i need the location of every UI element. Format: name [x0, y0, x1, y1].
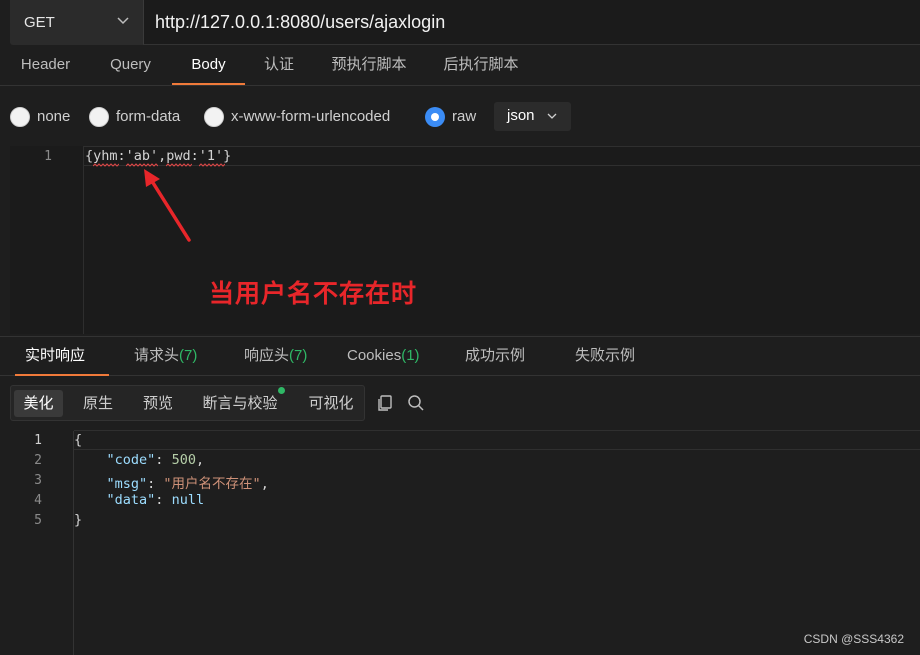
method-label: GET	[24, 14, 55, 31]
tab-response-headers[interactable]: 响应头(7)	[244, 337, 307, 375]
format-select[interactable]: json	[494, 102, 571, 131]
response-code-line: "data": null	[106, 492, 205, 508]
line-number: 1	[34, 433, 42, 448]
json-value: "用户名不存在"	[163, 476, 261, 492]
radio-label-none: none	[37, 108, 71, 125]
tab-cookies[interactable]: Cookies(1)	[347, 337, 420, 375]
watermark: CSDN @SSS4362	[803, 632, 904, 646]
line-number: 4	[34, 493, 42, 508]
radio-form-data[interactable]	[89, 107, 109, 127]
json-key: "msg"	[106, 476, 148, 492]
url-bar: GET http://127.0.0.1:8080/users/ajaxlogi…	[0, 0, 920, 46]
spellcheck-squiggle	[166, 163, 192, 167]
request-editor-gutter	[10, 146, 84, 334]
tab-label: Cookies	[347, 347, 402, 364]
count-badge: (1)	[401, 347, 420, 364]
radio-label-urlencoded: x-www-form-urlencoded	[231, 108, 391, 125]
search-icon[interactable]	[407, 394, 425, 412]
format-select-label: json	[507, 107, 535, 124]
method-select[interactable]: GET	[10, 0, 143, 45]
request-tabs: Header Query Body 认证 预执行脚本 后执行脚本	[0, 46, 920, 86]
response-code-line: "code": 500,	[106, 452, 205, 468]
line-number: 2	[34, 453, 42, 468]
tab-request-headers[interactable]: 请求头(7)	[134, 337, 197, 375]
tab-post-script[interactable]: 后执行脚本	[443, 46, 519, 85]
line-number: 5	[34, 513, 42, 528]
chevron-down-icon	[117, 17, 129, 25]
response-tabs: 实时响应 请求头(7) 响应头(7) Cookies(1) 成功示例 失败示例	[0, 336, 920, 376]
tab-body[interactable]: Body	[172, 46, 245, 85]
radio-label-form-data: form-data	[116, 108, 181, 125]
tab-label: 请求头	[134, 347, 180, 364]
url-text: http://127.0.0.1:8080/users/ajaxlogin	[155, 11, 446, 32]
tab-auth[interactable]: 认证	[263, 46, 295, 85]
view-preview-button[interactable]: 预览	[135, 390, 181, 417]
json-value: 500	[171, 452, 196, 468]
response-code-line: {	[74, 432, 83, 448]
response-code-line: "msg": "用户名不存在",	[106, 476, 269, 492]
radio-urlencoded[interactable]	[204, 107, 224, 127]
json-value: null	[171, 492, 205, 508]
tab-query[interactable]: Query	[108, 46, 153, 85]
line-number: 1	[44, 149, 52, 164]
view-mode-bar: 美化 原生 预览 断言与校验 可视化	[10, 385, 365, 421]
tab-fail-example[interactable]: 失败示例	[575, 337, 635, 375]
url-input[interactable]: http://127.0.0.1:8080/users/ajaxlogin	[143, 0, 920, 45]
tab-pre-script[interactable]: 预执行脚本	[331, 46, 407, 85]
view-pretty-button[interactable]: 美化	[14, 390, 63, 417]
view-raw-button[interactable]: 原生	[75, 390, 121, 417]
radio-label-raw: raw	[452, 108, 477, 125]
copy-icon[interactable]	[376, 394, 394, 412]
body-type-options: none form-data x-www-form-urlencoded raw	[0, 98, 920, 138]
tab-label: 响应头	[244, 347, 290, 364]
request-code-line: {yhm:'ab',pwd:'1'}	[85, 148, 232, 164]
tab-header[interactable]: Header	[19, 46, 72, 85]
radio-raw[interactable]	[425, 107, 445, 127]
spellcheck-squiggle	[126, 163, 158, 167]
response-code-line: }	[74, 512, 83, 528]
view-assert-button[interactable]: 断言与校验	[195, 390, 285, 417]
current-line-highlight	[74, 430, 920, 450]
spellcheck-squiggle	[199, 163, 225, 167]
radio-none[interactable]	[10, 107, 30, 127]
json-key: "code"	[106, 452, 156, 468]
count-badge: (7)	[179, 347, 198, 364]
status-dot	[278, 387, 285, 394]
count-badge: (7)	[289, 347, 308, 364]
tab-success-example[interactable]: 成功示例	[465, 337, 525, 375]
chevron-down-icon	[547, 113, 557, 119]
spellcheck-squiggle	[93, 163, 119, 167]
annotation-text: 当用户名不存在时	[209, 280, 418, 308]
json-key: "data"	[106, 492, 156, 508]
tab-realtime-response[interactable]: 实时响应	[14, 337, 110, 376]
annotation-arrow-icon	[144, 169, 191, 242]
line-number: 3	[34, 473, 42, 488]
view-visualize-button[interactable]: 可视化	[301, 390, 361, 417]
